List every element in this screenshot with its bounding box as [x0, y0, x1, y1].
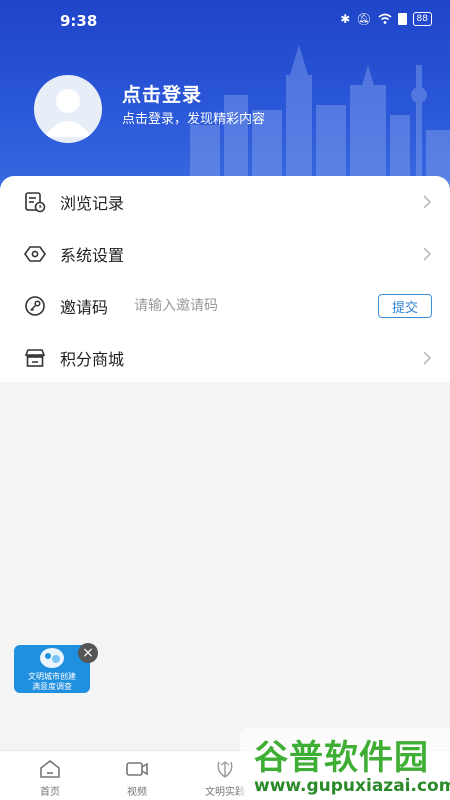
tab-home-label: 首页 — [40, 787, 60, 798]
wifi-icon — [378, 13, 392, 24]
watermark-url: www.gupuxiazai.com — [254, 776, 450, 796]
close-icon[interactable]: × — [78, 643, 98, 663]
invite-label: 邀请码 — [60, 298, 109, 317]
menu-item-points-mall[interactable]: 积分商城 — [0, 332, 450, 384]
tab-video[interactable]: 视频 — [92, 751, 182, 800]
menu-item-invite: 邀请码 提交 — [0, 280, 450, 332]
home-icon — [40, 759, 60, 778]
chevron-right-icon — [423, 247, 432, 261]
emblem-icon — [217, 761, 233, 778]
menu-item-settings[interactable]: 系统设置 — [0, 228, 450, 280]
status-time: 9:38 — [60, 12, 98, 30]
status-icons: ✱ 🔕︎ 88 — [340, 12, 432, 26]
mascot-icon — [40, 648, 64, 668]
history-label: 浏览记录 — [60, 194, 125, 213]
status-bar: 9:38 ✱ 🔕︎ 88 — [0, 0, 450, 40]
mute-icon: 🔕︎ — [356, 12, 372, 26]
user-avatar-icon — [44, 89, 92, 137]
points-mall-label: 积分商城 — [60, 350, 125, 369]
tab-video-label: 视频 — [127, 787, 147, 798]
settings-label: 系统设置 — [60, 246, 125, 265]
chevron-right-icon — [423, 351, 432, 365]
banner-line-2: 满意度调查 — [32, 682, 72, 691]
watermark: 谷普软件园 www.gupuxiazai.com — [240, 728, 450, 800]
battery-icon: 88 — [412, 12, 432, 26]
tab-home[interactable]: 首页 — [5, 751, 95, 800]
menu-card: 浏览记录 系统设置 邀请码 提交 积分商城 — [0, 176, 450, 382]
chevron-right-icon — [423, 195, 432, 209]
store-icon — [24, 349, 46, 367]
login-subtitle[interactable]: 点击登录，发现精彩内容 — [122, 108, 265, 127]
login-title[interactable]: 点击登录 — [122, 80, 202, 107]
watermark-title: 谷普软件园 — [254, 738, 429, 778]
sim-icon — [397, 13, 407, 25]
menu-item-history[interactable]: 浏览记录 — [0, 176, 450, 228]
key-icon — [25, 296, 45, 316]
profile-header: 9:38 ✱ 🔕︎ 88 点击登录 点击登录，发现精彩内容 — [0, 0, 450, 195]
avatar[interactable] — [34, 75, 102, 143]
history-icon — [25, 192, 46, 213]
bluetooth-icon: ✱ — [340, 12, 351, 26]
submit-button[interactable]: 提交 — [378, 294, 432, 318]
video-icon — [126, 762, 148, 776]
invite-code-input[interactable] — [134, 294, 354, 318]
settings-icon — [24, 246, 46, 262]
